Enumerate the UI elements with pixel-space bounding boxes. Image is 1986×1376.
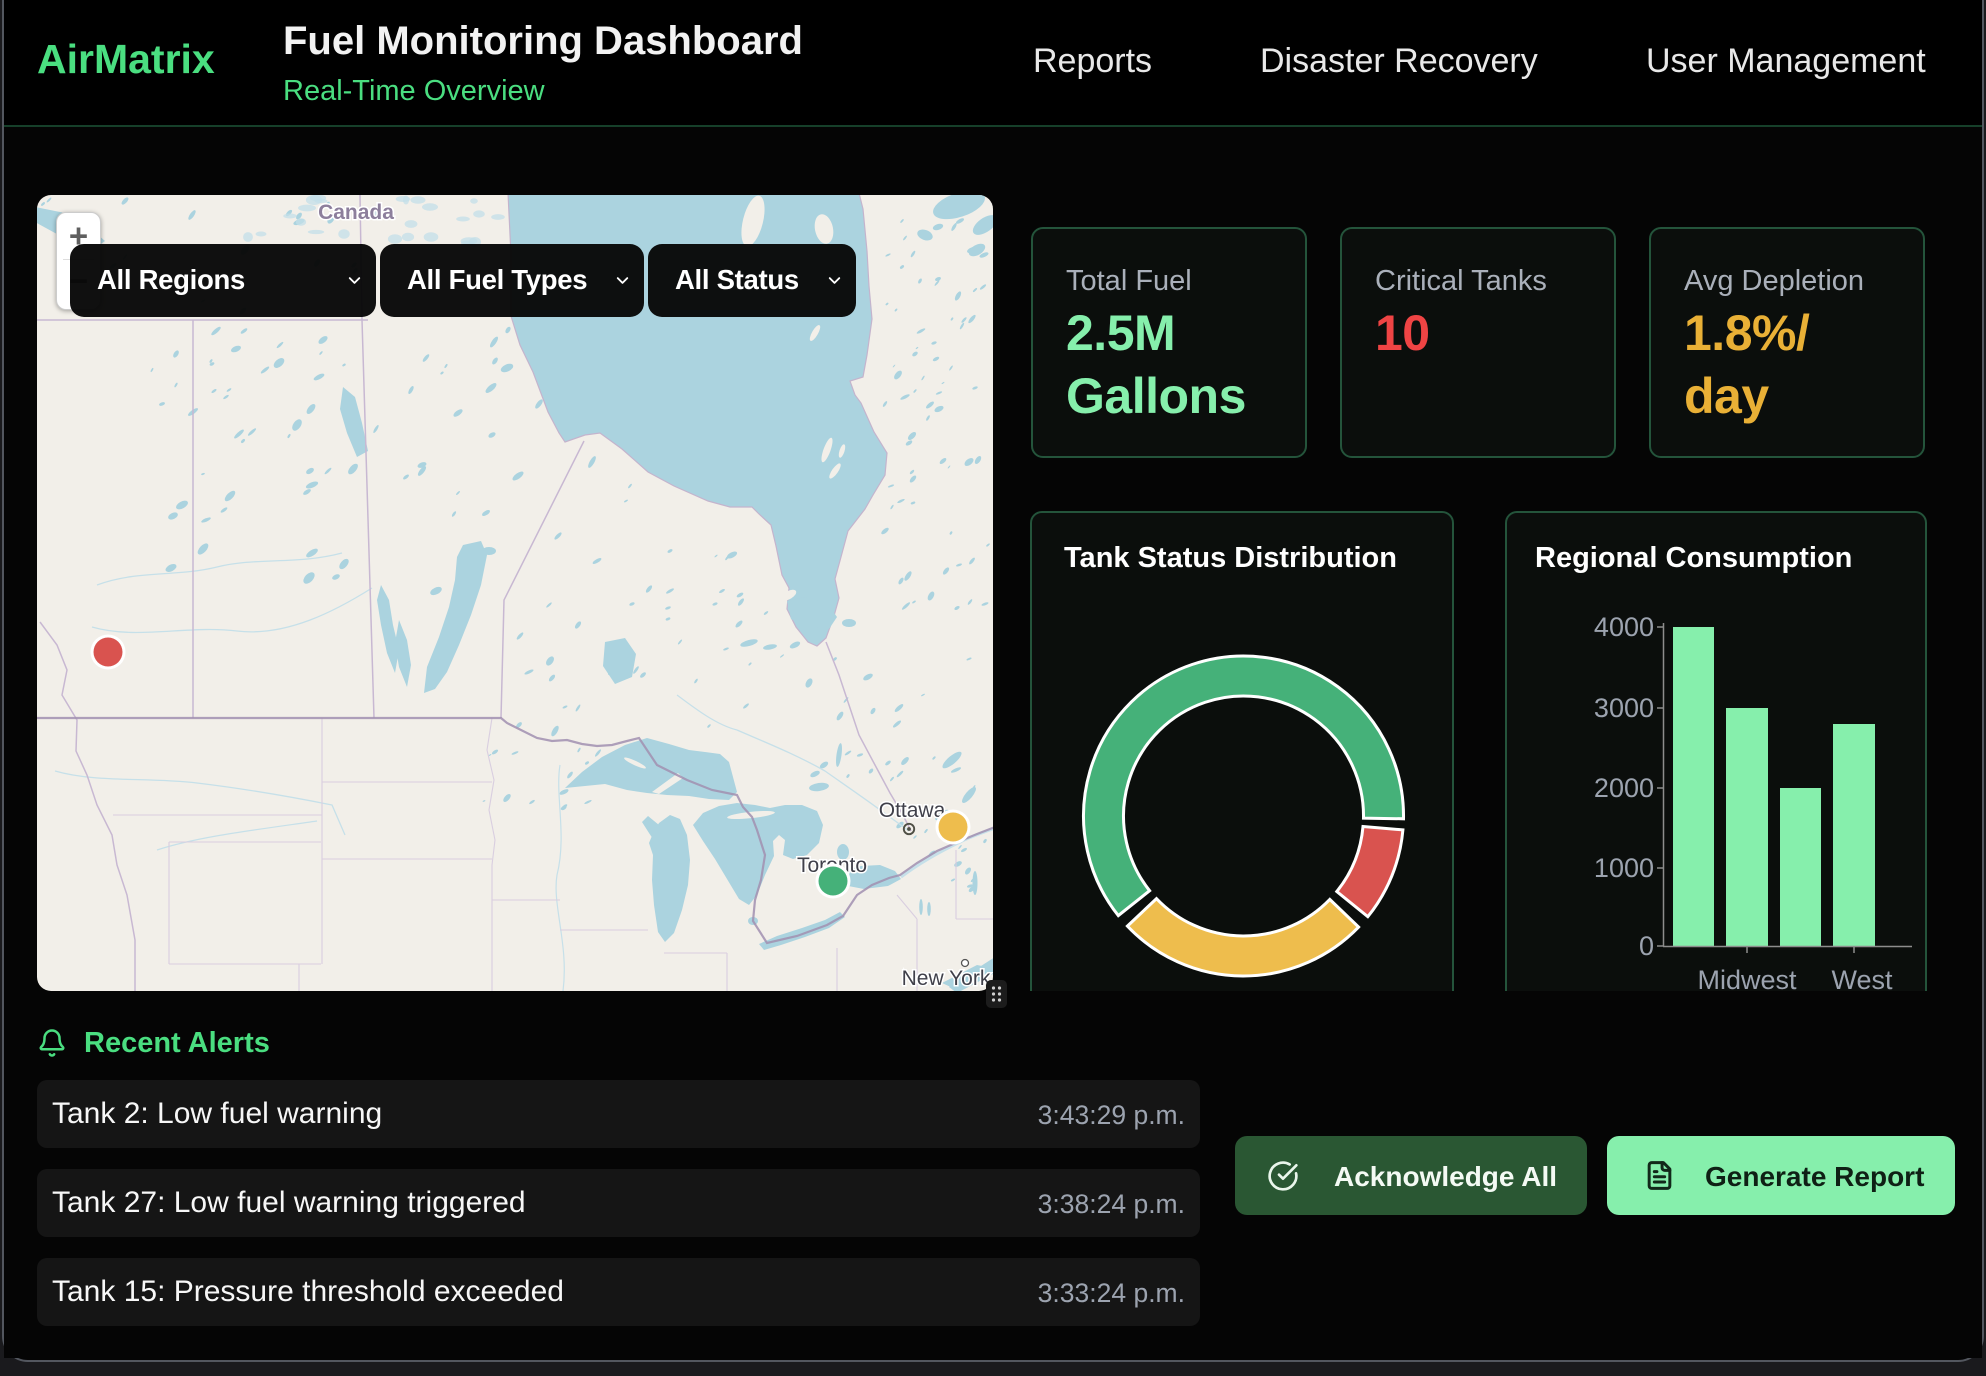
svg-text:4000: 4000 [1594, 612, 1654, 642]
svg-text:2000: 2000 [1594, 773, 1654, 803]
svg-text:1000: 1000 [1594, 853, 1654, 883]
svg-text:New York: New York [902, 967, 991, 990]
svg-text:0: 0 [1639, 931, 1654, 961]
svg-text:Canada: Canada [318, 201, 394, 224]
svg-text:3000: 3000 [1594, 693, 1654, 723]
svg-text:Ottawa: Ottawa [879, 799, 946, 822]
